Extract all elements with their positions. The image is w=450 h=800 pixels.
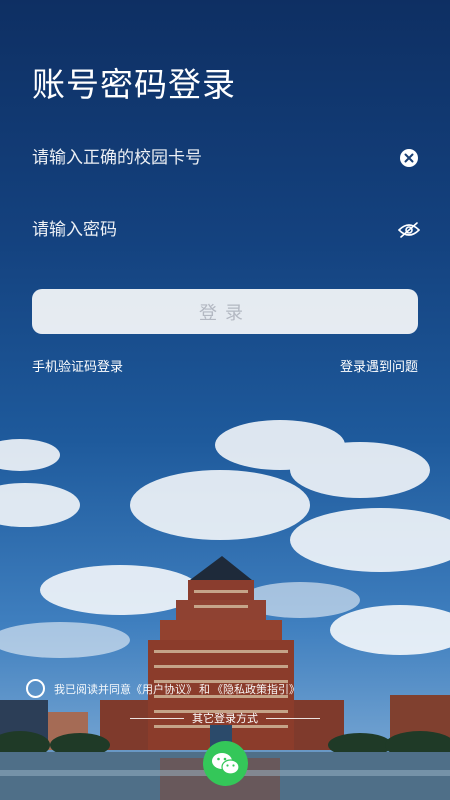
agreement-prefix: 我已阅读并同意 [54,682,131,696]
divider-line-right [266,717,320,719]
wechat-icon [211,752,240,775]
other-login-label: 其它登录方式 [192,712,258,725]
divider-line-left [130,717,184,719]
card-number-field[interactable] [32,143,420,173]
agreement-checkbox[interactable] [26,679,45,698]
password-field[interactable] [32,215,420,245]
agreement-and: 和 [199,682,210,696]
login-button[interactable]: 登录 [32,289,418,334]
password-input[interactable] [32,220,398,240]
user-agreement-link[interactable]: 《用户协议》 [131,681,197,697]
privacy-policy-link[interactable]: 《隐私政策指引》 [212,681,300,697]
wechat-login-button[interactable] [203,741,248,786]
clear-icon[interactable] [398,147,420,169]
card-number-input[interactable] [32,148,398,168]
login-problem-link[interactable]: 登录遇到问题 [340,356,418,375]
sms-login-link[interactable]: 手机验证码登录 [32,356,123,375]
page-title: 账号密码登录 [32,65,236,104]
agreement-row: 我已阅读并同意 《用户协议》 和 《隐私政策指引》 [26,679,300,698]
eye-off-icon[interactable] [398,219,420,241]
other-login-divider: 其它登录方式 [130,710,320,726]
